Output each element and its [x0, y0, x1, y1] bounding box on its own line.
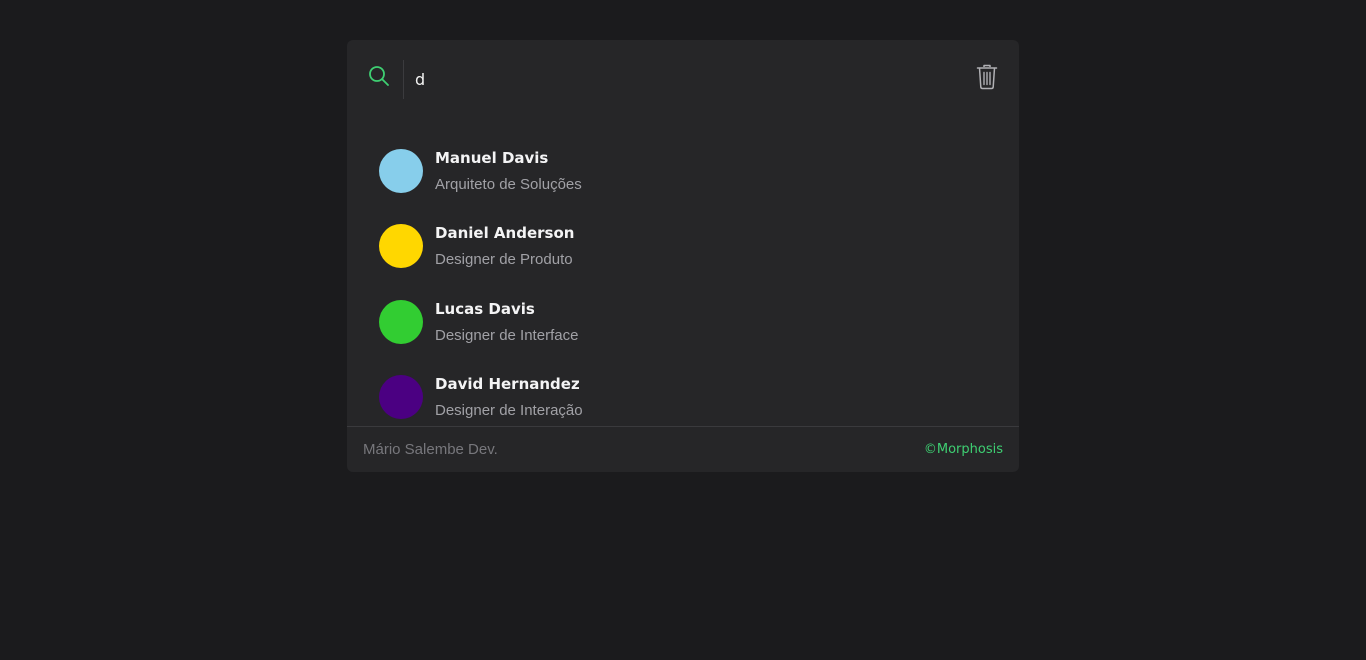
item-role: Designer de Interação — [435, 402, 583, 419]
avatar — [379, 375, 423, 419]
list-item[interactable]: Manuel Davis Arquiteto de Soluções — [379, 134, 979, 194]
list-item[interactable]: Lucas Davis Designer de Interface — [379, 285, 979, 345]
item-name: Daniel Anderson — [435, 224, 575, 242]
item-role: Designer de Interface — [435, 327, 579, 344]
trash-icon[interactable] — [975, 64, 999, 90]
item-name: Manuel Davis — [435, 149, 549, 167]
avatar — [379, 224, 423, 268]
avatar — [379, 149, 423, 193]
footer-brand-link[interactable]: ©Morphosis — [924, 442, 1003, 457]
footer-author: Mário Salembe Dev. — [363, 441, 498, 458]
results-list: Manuel Davis Arquiteto de Soluções Danie… — [347, 134, 1019, 426]
list-item[interactable]: David Hernandez Designer de Interação — [379, 360, 979, 420]
search-input[interactable] — [415, 66, 935, 92]
search-bar — [347, 40, 1019, 120]
search-icon — [368, 65, 390, 87]
item-role: Designer de Produto — [435, 251, 573, 268]
search-panel: Manuel Davis Arquiteto de Soluções Danie… — [347, 40, 1019, 472]
avatar — [379, 300, 423, 344]
list-item[interactable]: Daniel Anderson Designer de Produto — [379, 209, 979, 269]
search-divider — [403, 60, 404, 99]
item-role: Arquiteto de Soluções — [435, 176, 582, 193]
item-name: David Hernandez — [435, 375, 580, 393]
footer: Mário Salembe Dev. ©Morphosis — [347, 426, 1019, 472]
item-name: Lucas Davis — [435, 300, 535, 318]
